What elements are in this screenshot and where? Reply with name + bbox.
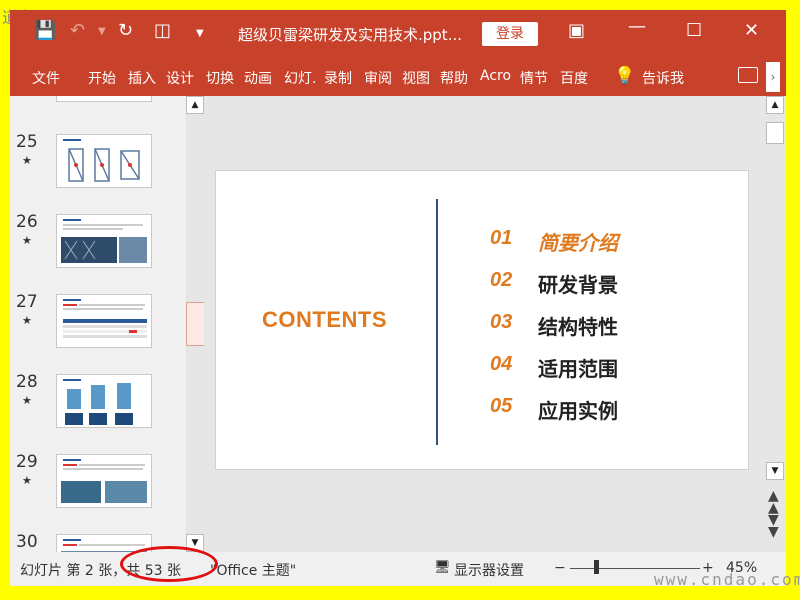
slide-divider-line (436, 199, 438, 445)
toc-number: 02 (490, 269, 513, 291)
zoom-out-button[interactable]: − (554, 560, 566, 576)
toc-item-label: 结构特性 (538, 317, 618, 339)
tab-file[interactable]: 文件 (32, 68, 60, 88)
toc-item-label: 简要介绍 (538, 233, 618, 255)
toc-item-label: 应用实例 (538, 401, 618, 423)
theme-name: "Office 主题" (210, 563, 297, 579)
title-bar: 💾 ↶ ▼ ↻ ◫ ▼ 超级贝雷梁研发及实用技术.ppt... 登录 ▣ — ☐… (10, 10, 786, 58)
undo-dropdown-icon[interactable]: ▼ (98, 26, 106, 37)
toc-number: 01 (490, 227, 513, 249)
maximize-icon[interactable]: ☐ (686, 20, 702, 41)
redo-icon[interactable]: ↻ (118, 20, 133, 41)
tab-home[interactable]: 开始 (88, 68, 116, 88)
display-settings-icon[interactable]: 🖥 (434, 560, 451, 575)
ribbon-tabs: 文件 开始 插入 设计 切换 动画 幻灯. 录制 审阅 视图 帮助 Acro 情… (10, 58, 786, 96)
toc-number: 04 (490, 353, 513, 375)
tab-storyline[interactable]: 情节 (520, 68, 548, 88)
scroll-down-icon[interactable]: ▼ (766, 462, 784, 480)
scrollbar-thumb[interactable] (766, 122, 784, 144)
tab-slideshow[interactable]: 幻灯. (284, 68, 316, 88)
zoom-slider-thumb[interactable] (594, 560, 599, 574)
tab-view[interactable]: 视图 (402, 68, 430, 88)
thumbnail-number: 30 (16, 532, 38, 552)
ribbon-display-icon[interactable]: ▣ (568, 20, 585, 41)
toc-item-label: 适用范围 (538, 359, 618, 381)
slide-thumbnail-29[interactable] (56, 454, 152, 508)
present-icon[interactable]: ◫ (154, 20, 171, 41)
thumbnail-number: 25 (16, 132, 38, 152)
highlight-ellipse (120, 546, 218, 582)
slide-thumbnail-26[interactable] (56, 214, 152, 268)
save-icon[interactable]: 💾 (34, 20, 56, 41)
tab-transitions[interactable]: 切换 (206, 68, 234, 88)
slide-thumbnail-25[interactable] (56, 134, 152, 188)
thumbnail-number: 28 (16, 372, 38, 392)
current-slide[interactable]: CONTENTS 01 简要介绍 02 研发背景 03 结构特性 04 适用范围… (215, 170, 749, 470)
tab-review[interactable]: 审阅 (364, 68, 392, 88)
previous-slide-icon[interactable]: ▲ ▲ (768, 489, 779, 515)
thumbnail-number: 26 (16, 212, 38, 232)
tab-help[interactable]: 帮助 (440, 68, 468, 88)
tab-design[interactable]: 设计 (166, 68, 194, 88)
animation-star-icon: ★ (22, 154, 32, 167)
next-slide-icon[interactable]: ▼ ▼ (768, 513, 779, 539)
tab-insert[interactable]: 插入 (128, 68, 156, 88)
scroll-up-icon[interactable]: ▲ (186, 96, 204, 114)
slide-editor: CONTENTS 01 简要介绍 02 研发背景 03 结构特性 04 适用范围… (204, 96, 764, 552)
login-button[interactable]: 登录 (482, 22, 538, 46)
animation-star-icon: ★ (22, 474, 32, 487)
contents-title: CONTENTS (262, 307, 387, 332)
thumbnail-number: 29 (16, 452, 38, 472)
minimize-icon[interactable]: — (628, 16, 646, 37)
thumbnails-scrollbar[interactable]: ▲ ▼ (186, 96, 206, 552)
slide-thumbnail-27[interactable] (56, 294, 152, 348)
customize-icon[interactable]: ▼ (196, 28, 204, 39)
scrollbar-thumb[interactable] (186, 302, 206, 346)
ribbon-scroll-right-icon[interactable]: › (766, 62, 780, 92)
tell-me-box[interactable]: 告诉我 (642, 68, 684, 88)
editor-scrollbar[interactable]: ▲ ▼ ▲ ▲ ▼ ▼ (764, 96, 786, 552)
tab-animations[interactable]: 动画 (244, 68, 272, 88)
toc-item-label: 研发背景 (538, 275, 618, 297)
slide-thumbnails-pane: 25 ★ 26 ★ 27 ★ 28 ★ 29 ★ 30 (10, 96, 186, 552)
document-title: 超级贝雷梁研发及实用技术.ppt... (238, 26, 462, 44)
slide-thumbnail-28[interactable] (56, 374, 152, 428)
undo-icon[interactable]: ↶ (70, 20, 85, 41)
animation-star-icon: ★ (22, 234, 32, 247)
tab-baidu[interactable]: 百度 (560, 68, 588, 88)
zoom-slider-track[interactable] (570, 568, 700, 569)
slide-thumbnail-24[interactable] (56, 96, 152, 102)
toc-number: 05 (490, 395, 513, 417)
close-icon[interactable]: ✕ (744, 20, 759, 41)
comments-icon[interactable] (738, 67, 758, 83)
toc-number: 03 (490, 311, 513, 333)
animation-star-icon: ★ (22, 394, 32, 407)
powerpoint-window: 💾 ↶ ▼ ↻ ◫ ▼ 超级贝雷梁研发及实用技术.ppt... 登录 ▣ — ☐… (10, 10, 786, 586)
animation-star-icon: ★ (22, 314, 32, 327)
display-settings-button[interactable]: 显示器设置 (454, 560, 524, 580)
tab-acrobat[interactable]: Acro (480, 68, 511, 84)
scroll-up-icon[interactable]: ▲ (766, 96, 784, 114)
tab-record[interactable]: 录制 (324, 68, 352, 88)
lightbulb-icon: 💡 (614, 66, 636, 86)
thumbnail-number: 27 (16, 292, 38, 312)
watermark-bottom: www.cndao.com (654, 570, 800, 589)
